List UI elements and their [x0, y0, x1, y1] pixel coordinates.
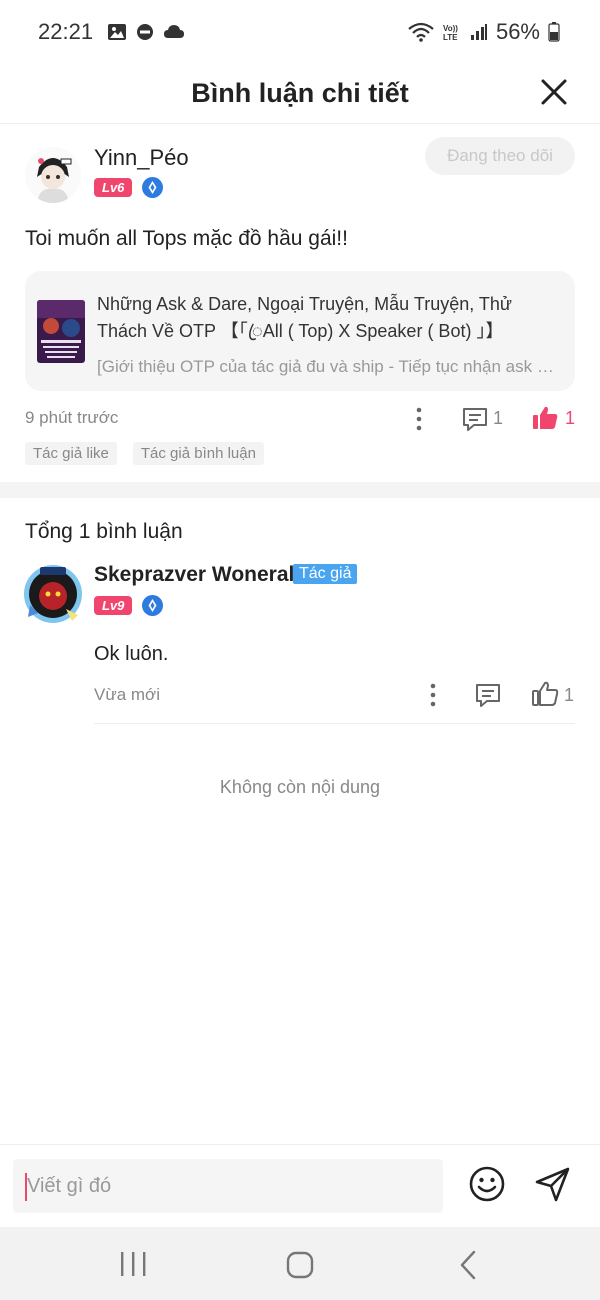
divider: [94, 723, 575, 724]
comment-tags: Tác giả like Tác giả bình luận: [25, 442, 264, 465]
section-divider: [0, 482, 600, 498]
tag-author-liked: Tác giả like: [25, 442, 117, 465]
level-badge: Lv9: [94, 596, 133, 615]
comment-input[interactable]: [13, 1159, 443, 1213]
tag-author-commented: Tác giả bình luận: [132, 442, 264, 465]
battery-icon: [548, 22, 560, 42]
story-title: Những Ask & Dare, Ngoại Truyện, Mẫu Truy…: [97, 294, 512, 341]
status-time: 22:21: [38, 19, 94, 44]
page-title: Bình luận chi tiết: [191, 78, 409, 108]
avatar[interactable]: [25, 147, 81, 203]
dnd-icon: [135, 22, 155, 42]
status-right: Vo)) LTE 56%: [408, 19, 560, 45]
status-left: 22:21: [38, 19, 185, 45]
like-count: 1: [565, 408, 576, 428]
text-caret: [25, 1173, 27, 1201]
end-of-list-text: Không còn nội dung: [219, 777, 381, 797]
comment-text: Toi muốn all Tops mặc đồ hầu gái!!: [25, 227, 348, 250]
gallery-icon: [107, 22, 127, 42]
status-bar: 22:21 Vo)) LTE 56%: [0, 0, 600, 64]
wifi-icon: [408, 22, 434, 42]
close-icon[interactable]: [538, 76, 570, 108]
reply-icon[interactable]: [474, 682, 502, 708]
user-badges: Lv9: [94, 595, 164, 616]
vip-badge-icon: [142, 595, 164, 616]
cloud-icon: [163, 24, 185, 40]
signal-icon: [470, 23, 488, 41]
battery-percent: 56%: [495, 19, 540, 44]
comment-meta: 9 phút trước 1 1: [25, 406, 575, 432]
story-cover: [37, 300, 85, 363]
reply-meta: Vừa mới 1: [94, 680, 575, 708]
page-header: Bình luận chi tiết: [0, 64, 600, 124]
back-icon[interactable]: [458, 1250, 478, 1280]
home-icon[interactable]: [286, 1251, 314, 1279]
volte-icon: Vo)) LTE: [442, 22, 462, 42]
username[interactable]: Yinn_Péo: [94, 145, 189, 171]
comment-time: 9 phút trước: [25, 408, 119, 427]
svg-text:Vo)): Vo)): [443, 24, 458, 33]
author-badge: Tác giả: [293, 564, 358, 584]
system-nav-bar: [0, 1227, 600, 1300]
comment-count: 1: [493, 408, 504, 428]
more-icon[interactable]: [409, 406, 429, 432]
comment-icon[interactable]: [461, 406, 489, 432]
user-badges: Lv6: [94, 177, 164, 198]
story-description: [Giới thiệu OTP của tác giả đu và ship -…: [97, 357, 557, 376]
vip-badge-icon: [142, 177, 164, 198]
story-card[interactable]: Những Ask & Dare, Ngoại Truyện, Mẫu Truy…: [25, 271, 575, 391]
like-count: 1: [564, 685, 575, 705]
svg-text:LTE: LTE: [443, 33, 458, 42]
emoji-icon[interactable]: [468, 1165, 506, 1203]
main-comment: Yinn_Péo Lv6 Đang theo dõi Toi muốn all …: [0, 125, 600, 481]
more-icon[interactable]: [423, 682, 443, 708]
reply-username[interactable]: Skeprazver Woneral: [94, 563, 294, 587]
avatar[interactable]: [22, 563, 84, 625]
recent-apps-icon[interactable]: [118, 1251, 148, 1277]
comment-input-bar: [0, 1144, 600, 1226]
thumbs-up-filled-icon[interactable]: [531, 404, 559, 432]
reply-time: Vừa mới: [94, 685, 160, 704]
replies-total: Tổng 1 bình luận: [25, 520, 183, 543]
follow-button[interactable]: Đang theo dõi: [425, 137, 575, 175]
send-icon[interactable]: [534, 1165, 572, 1203]
reply-text: Ok luôn.: [94, 643, 169, 665]
level-badge: Lv6: [94, 178, 133, 197]
thumbs-up-icon[interactable]: [531, 680, 559, 708]
